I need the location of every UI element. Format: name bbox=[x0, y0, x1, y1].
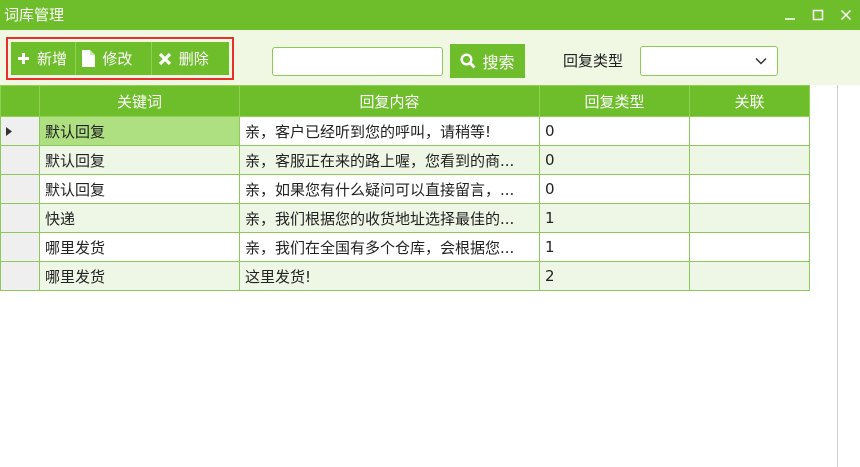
window-controls bbox=[776, 0, 860, 30]
cell-keyword[interactable]: 哪里发货 bbox=[39, 261, 240, 291]
reply-type-dropdown[interactable] bbox=[640, 46, 778, 76]
cell-keyword[interactable]: 快递 bbox=[39, 203, 240, 233]
search-input[interactable] bbox=[272, 47, 443, 76]
row-header-corner bbox=[0, 85, 40, 117]
chevron-down-icon bbox=[755, 57, 767, 65]
cell-keyword[interactable]: 默认回复 bbox=[39, 116, 240, 146]
data-grid-area: 关键词 回复内容 回复类型 关联 默认回复 亲，客户已经听到您的呼叫，请稍等! … bbox=[0, 85, 860, 467]
minimize-button[interactable] bbox=[776, 0, 804, 30]
grid-right-border bbox=[837, 85, 838, 467]
cell-type[interactable]: 0 bbox=[539, 116, 690, 146]
edit-button-label: 修改 bbox=[102, 50, 133, 68]
add-button[interactable]: 新增 bbox=[11, 42, 77, 75]
minimize-icon bbox=[785, 18, 795, 20]
cell-keyword[interactable]: 哪里发货 bbox=[39, 232, 240, 262]
close-button[interactable] bbox=[832, 0, 860, 30]
table-row[interactable]: 默认回复 亲，客户已经听到您的呼叫，请稍等! 0 bbox=[0, 116, 810, 146]
cell-link[interactable] bbox=[689, 261, 810, 291]
cell-link[interactable] bbox=[689, 116, 810, 146]
maximize-icon bbox=[812, 9, 824, 21]
title-bar: 词库管理 bbox=[0, 0, 860, 30]
cell-content[interactable]: 亲，客服正在来的路上喔，您看到的商... bbox=[239, 145, 540, 175]
edit-button[interactable]: 修改 bbox=[76, 42, 152, 75]
table-row[interactable]: 默认回复 亲，客服正在来的路上喔，您看到的商... 0 bbox=[0, 145, 810, 175]
triangle-right-icon bbox=[6, 127, 12, 136]
cell-type[interactable]: 2 bbox=[539, 261, 690, 291]
maximize-button[interactable] bbox=[804, 0, 832, 30]
delete-button[interactable]: 删除 bbox=[151, 42, 229, 75]
row-header[interactable] bbox=[0, 145, 40, 175]
table-row[interactable]: 快递 亲，我们根据您的收货地址选择最佳的... 1 bbox=[0, 203, 810, 233]
row-header[interactable] bbox=[0, 203, 40, 233]
column-header-link[interactable]: 关联 bbox=[689, 85, 810, 117]
row-header[interactable] bbox=[0, 174, 40, 204]
table-row[interactable]: 哪里发货 这里发货! 2 bbox=[0, 261, 810, 291]
cell-content[interactable]: 亲，我们在全国有多个仓库，会根据您... bbox=[239, 232, 540, 262]
cell-keyword[interactable]: 默认回复 bbox=[39, 174, 240, 204]
reply-type-label: 回复类型 bbox=[563, 52, 624, 70]
close-icon bbox=[840, 9, 852, 21]
window-title: 词库管理 bbox=[4, 6, 65, 24]
row-header[interactable] bbox=[0, 232, 40, 262]
magnifier-icon bbox=[460, 53, 476, 69]
search-button[interactable]: 搜索 bbox=[450, 44, 525, 78]
column-header-type[interactable]: 回复类型 bbox=[539, 85, 690, 117]
cell-type[interactable]: 0 bbox=[539, 145, 690, 175]
x-icon bbox=[158, 52, 171, 65]
plus-icon bbox=[18, 53, 29, 64]
cell-keyword[interactable]: 默认回复 bbox=[39, 145, 240, 175]
cell-type[interactable]: 1 bbox=[539, 203, 690, 233]
cell-content[interactable]: 亲，如果您有什么疑问可以直接留言，... bbox=[239, 174, 540, 204]
document-icon bbox=[82, 50, 96, 67]
cell-type[interactable]: 1 bbox=[539, 232, 690, 262]
cell-content[interactable]: 这里发货! bbox=[239, 261, 540, 291]
row-header[interactable] bbox=[0, 116, 40, 146]
row-header[interactable] bbox=[0, 261, 40, 291]
cell-content[interactable]: 亲，客户已经听到您的呼叫，请稍等! bbox=[239, 116, 540, 146]
table-row[interactable]: 哪里发货 亲，我们在全国有多个仓库，会根据您... 1 bbox=[0, 232, 810, 262]
cell-link[interactable] bbox=[689, 232, 810, 262]
add-button-label: 新增 bbox=[37, 50, 68, 68]
data-grid: 关键词 回复内容 回复类型 关联 默认回复 亲，客户已经听到您的呼叫，请稍等! … bbox=[0, 85, 810, 291]
action-button-group: 新增 修改 删除 bbox=[6, 37, 234, 80]
column-header-content[interactable]: 回复内容 bbox=[239, 85, 540, 117]
cell-link[interactable] bbox=[689, 174, 810, 204]
cell-content[interactable]: 亲，我们根据您的收货地址选择最佳的... bbox=[239, 203, 540, 233]
cell-link[interactable] bbox=[689, 145, 810, 175]
cell-type[interactable]: 0 bbox=[539, 174, 690, 204]
delete-button-label: 删除 bbox=[178, 50, 209, 68]
column-header-keyword[interactable]: 关键词 bbox=[39, 85, 240, 117]
table-row[interactable]: 默认回复 亲，如果您有什么疑问可以直接留言，... 0 bbox=[0, 174, 810, 204]
cell-link[interactable] bbox=[689, 203, 810, 233]
search-button-label: 搜索 bbox=[482, 53, 515, 72]
